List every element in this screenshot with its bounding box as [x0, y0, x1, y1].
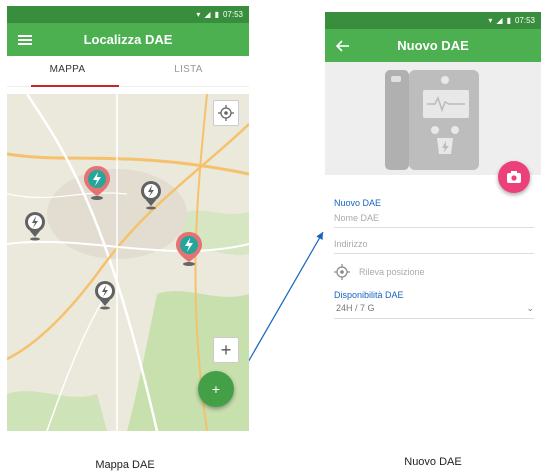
wifi-icon: ▾	[488, 16, 493, 25]
tab-indicator	[31, 85, 119, 87]
app-bar: Localizza DAE	[7, 23, 249, 56]
status-time: 07:53	[514, 16, 535, 25]
signal-icon: ◢	[204, 10, 211, 19]
new-dae-form: Nuovo DAE Nome DAE Indirizzo Rileva posi…	[334, 198, 534, 319]
defibrillator-pin[interactable]	[140, 180, 162, 215]
camera-icon	[507, 171, 521, 183]
tab-lista[interactable]: LISTA	[128, 56, 249, 86]
page-title: Nuovo DAE	[397, 38, 469, 53]
availability-select[interactable]: 24H / 7 G ⌄	[334, 300, 534, 319]
tab-mappa[interactable]: MAPPA	[7, 56, 128, 86]
name-field[interactable]: Nome DAE	[334, 210, 534, 228]
detect-position-button[interactable]: Rileva posizione	[334, 264, 534, 280]
signal-icon: ◢	[496, 16, 503, 25]
add-dae-button[interactable]: +	[198, 371, 234, 407]
dae-image-placeholder	[325, 62, 541, 175]
caption-left: Mappa DAE	[95, 459, 155, 471]
defibrillator-pin-active[interactable]	[84, 166, 110, 205]
locate-button[interactable]	[213, 100, 239, 126]
crosshair-icon	[334, 264, 350, 280]
camera-button[interactable]	[498, 161, 530, 193]
map-view[interactable]: + +	[7, 94, 249, 431]
add-icon: +	[211, 381, 221, 397]
zoom-in-button[interactable]: +	[213, 337, 239, 363]
detect-position-label: Rileva posizione	[359, 267, 425, 277]
status-bar: ▾ ◢ ▮ 07:53	[7, 6, 249, 23]
defibrillator-pin[interactable]	[94, 280, 116, 315]
new-dae-screen: ▾ ◢ ▮ 07:53 Nuovo DAE Nuovo DAE Nome DAE…	[325, 12, 541, 332]
status-time: 07:53	[222, 10, 243, 19]
tab-bar: MAPPA LISTA	[7, 56, 249, 87]
chevron-down-icon: ⌄	[526, 303, 534, 313]
zoom-in-label: +	[220, 339, 232, 360]
app-bar: Nuovo DAE	[325, 29, 541, 62]
availability-value: 24H / 7 G	[336, 303, 375, 313]
map-screen: ▾ ◢ ▮ 07:53 Localizza DAE MAPPA LISTA + …	[7, 6, 249, 431]
defibrillator-illustration	[385, 70, 479, 170]
section-title: Nuovo DAE	[334, 198, 382, 208]
caption-right: Nuovo DAE	[404, 456, 462, 468]
battery-icon: ▮	[214, 10, 219, 19]
battery-icon: ▮	[506, 16, 511, 25]
availability-title: Disponibilità DAE	[334, 290, 404, 300]
address-field[interactable]: Indirizzo	[334, 236, 534, 254]
defibrillator-pin[interactable]	[24, 211, 46, 246]
page-title: Localizza DAE	[83, 32, 173, 47]
wifi-icon: ▾	[196, 10, 201, 19]
status-bar: ▾ ◢ ▮ 07:53	[325, 12, 541, 29]
defibrillator-pin-active[interactable]	[176, 232, 202, 271]
crosshair-icon	[218, 105, 234, 121]
